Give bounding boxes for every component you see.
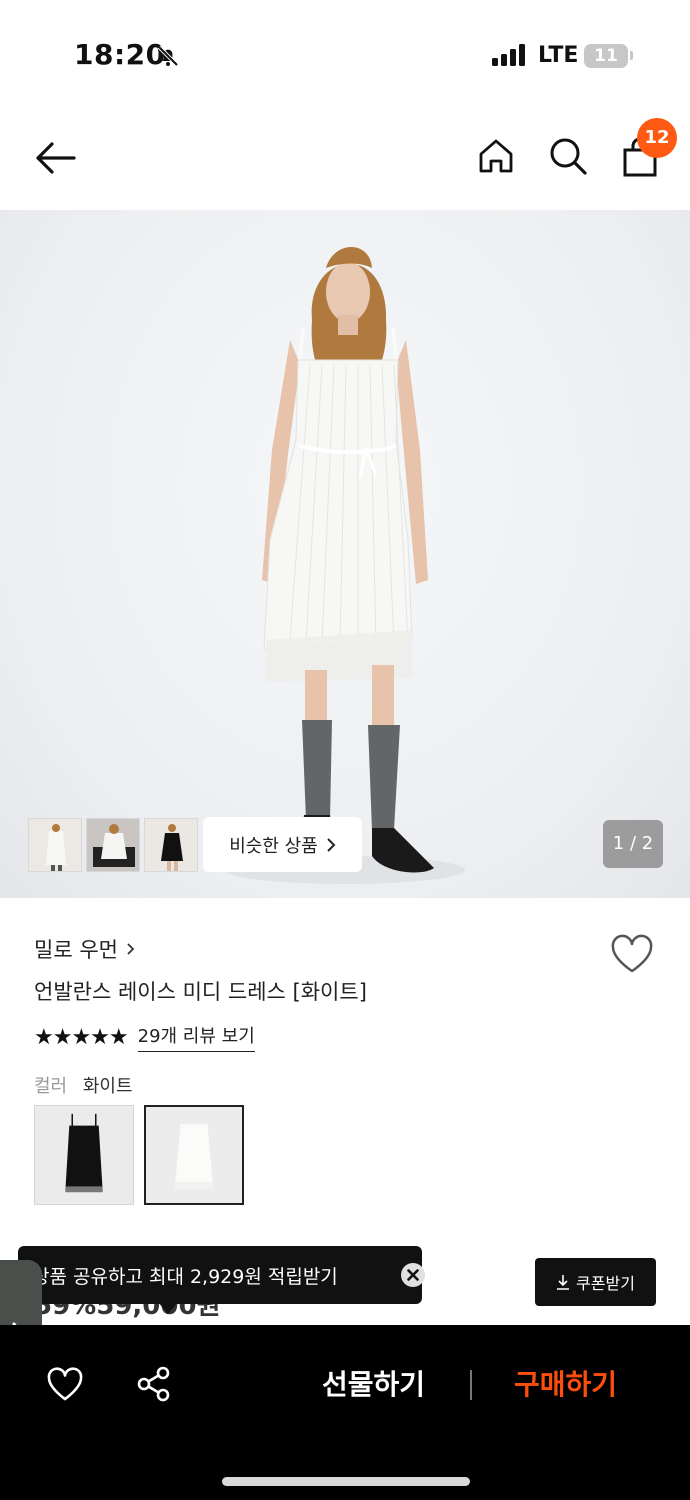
brand-name: 밀로 우먼 [34,938,118,962]
status-bar: 18:20 LTE 11 [0,0,690,100]
wishlist-heart-icon[interactable] [46,1366,84,1402]
image-page-indicator: 1 / 2 [603,820,663,868]
thumbnail-2[interactable] [86,818,140,872]
color-row: 컬러 화이트 [34,1072,133,1098]
home-icon[interactable] [476,136,516,176]
download-icon [557,1275,570,1290]
wishlist-heart-icon[interactable] [610,934,654,974]
rating-row: ★★★★★ 29개 리뷰 보기 [34,1022,255,1052]
brand-link[interactable]: 밀로 우먼 [34,934,135,964]
similar-products-label: 비슷한 상품 [229,835,318,857]
battery-tip [630,51,633,60]
chevron-right-icon [127,943,135,955]
color-swatch-black[interactable] [34,1105,134,1205]
buy-button[interactable]: 구매하기 [514,1363,617,1403]
thumbnail-3[interactable] [144,818,198,872]
search-icon[interactable] [548,136,588,176]
star-rating: ★★★★★ [34,1024,129,1050]
product-image[interactable] [0,210,690,898]
battery-icon: 11 [584,44,628,68]
chevron-right-icon [327,837,336,852]
product-title: 언발란스 레이스 미디 드레스 [화이트] [34,980,367,1004]
color-label: 컬러 [34,1076,68,1097]
signal-icon [492,44,525,66]
share-icon[interactable] [136,1366,172,1402]
bell-off-icon [157,45,179,67]
similar-products-button[interactable]: 비슷한 상품 [203,817,362,872]
home-indicator [222,1477,470,1486]
network-label: LTE [538,43,579,68]
review-link[interactable]: 29개 리뷰 보기 [137,1022,255,1052]
selected-color: 화이트 [82,1076,133,1097]
thumbnail-1[interactable] [28,818,82,872]
share-reward-tooltip: 상품 공유하고 최대 2,929원 적립받기 [18,1246,425,1314]
status-time: 18:20 [74,38,166,71]
gift-button[interactable]: 선물하기 [322,1363,425,1403]
cart-count-badge: 12 [637,118,677,158]
color-swatch-white[interactable] [144,1105,244,1205]
coupon-button[interactable]: 쿠폰받기 [535,1258,656,1306]
model-photo [225,247,465,884]
coupon-label: 쿠폰받기 [576,1274,635,1293]
back-arrow-icon[interactable] [34,140,76,176]
bottom-action-bar: 선물하기 구매하기 [0,1325,690,1500]
tooltip-tail [158,1302,178,1314]
divider [470,1370,472,1400]
share-reward-text: 상품 공유하고 최대 2,929원 적립받기 [32,1265,338,1288]
top-nav [0,118,690,198]
close-icon[interactable] [401,1263,425,1287]
